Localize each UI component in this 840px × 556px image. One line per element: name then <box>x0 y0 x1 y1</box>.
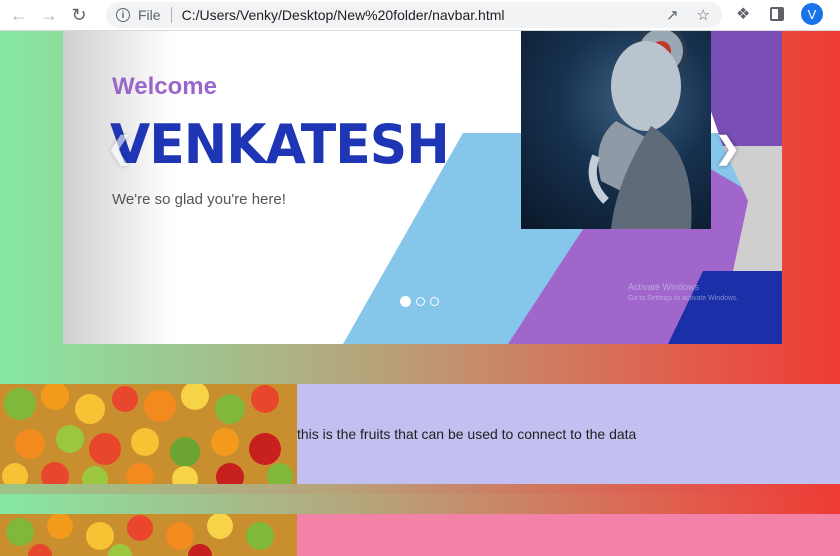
carousel-prev-button[interactable]: ❮ <box>107 131 132 166</box>
star-icon[interactable]: ☆ <box>697 6 710 24</box>
share-icon[interactable]: ↗ <box>666 6 679 24</box>
forward-arrow-icon[interactable]: → <box>38 4 60 26</box>
carousel-indicator-1[interactable] <box>400 296 411 307</box>
fruit-row-2 <box>0 514 840 556</box>
watermark-title: Activate Windows <box>628 282 700 292</box>
address-bar[interactable]: i File C:/Users/Venky/Desktop/New%20fold… <box>106 2 722 28</box>
browser-toolbar: ← → ↻ i File C:/Users/Venky/Desktop/New%… <box>0 0 840 31</box>
windows-watermark: Activate Windows Go to Settings to activ… <box>628 282 739 304</box>
tagline: We're so glad you're here! <box>112 191 286 208</box>
carousel-indicator-2[interactable] <box>416 297 425 306</box>
hero-carousel: Welcome VENKATESH We're so glad you're h… <box>63 31 782 344</box>
fruit-row-1: this is the fruits that can be used to c… <box>0 384 840 484</box>
watermark-subtitle: Go to Settings to activate Windows. <box>628 295 739 302</box>
carousel-indicators <box>400 296 439 307</box>
welcome-heading: Welcome <box>112 73 217 100</box>
file-label: File <box>138 7 161 23</box>
row-divider <box>0 484 840 494</box>
carousel-indicator-3[interactable] <box>430 297 439 306</box>
address-separator <box>170 7 172 23</box>
back-arrow-icon[interactable]: ← <box>8 4 30 26</box>
info-icon[interactable]: i <box>116 8 130 22</box>
profile-avatar[interactable]: V <box>801 3 823 25</box>
fruits-image <box>0 384 297 484</box>
fruit-description: this is the fruits that can be used to c… <box>297 426 637 442</box>
side-panel-icon[interactable] <box>770 7 784 21</box>
reload-icon[interactable]: ↻ <box>68 4 90 26</box>
hero-name: VENKATESH <box>110 113 450 177</box>
fruits-image-2 <box>0 514 297 556</box>
robot-image <box>521 31 711 229</box>
carousel-next-button[interactable]: ❯ <box>715 131 740 166</box>
extensions-icon[interactable]: ❖ <box>736 4 750 24</box>
url-text[interactable]: C:/Users/Venky/Desktop/New%20folder/navb… <box>182 7 505 23</box>
